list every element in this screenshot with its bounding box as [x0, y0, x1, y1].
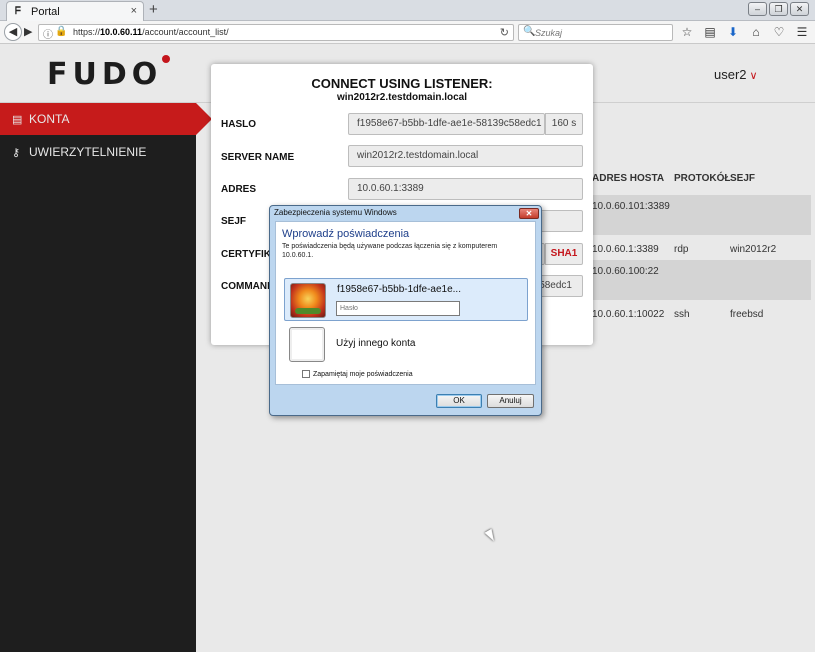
dialog-title: Zabezpieczenia systemu Windows: [274, 208, 397, 217]
sidebar-item-konta[interactable]: ▤ KONTA: [0, 103, 212, 135]
password-label: HASLO: [221, 119, 256, 130]
logo-dot: [162, 55, 170, 63]
remember-label: Zapamiętaj moje poświadczenia: [313, 370, 413, 378]
search-input[interactable]: [535, 26, 665, 39]
modal-title: CONNECT USING LISTENER:: [311, 76, 493, 91]
remember-checkbox[interactable]: [302, 370, 310, 378]
protocol-cell: rdp: [674, 244, 689, 255]
safe-cell: freebsd: [730, 309, 764, 320]
table-row[interactable]: 10.0.60.100:22: [589, 260, 811, 300]
credential-tile[interactable]: f1958e67-b5bb-1dfe-ae1e...: [284, 278, 528, 321]
other-account-label: Użyj innego konta: [336, 338, 416, 349]
pocket-icon[interactable]: ♡: [772, 24, 786, 40]
password-field[interactable]: f1958e67-b5bb-1dfe-ae1e-58139c58edc1: [348, 113, 545, 135]
dialog-heading: Wprowadź poświadczenia: [282, 228, 410, 240]
cancel-button[interactable]: Anuluj: [487, 394, 534, 408]
key-icon: ⚷: [12, 147, 21, 159]
browser-nav-bar: ◀ ▶ ⓘ 🔒 https://10.0.60.11/account/accou…: [0, 21, 815, 44]
command-value-tail: 58edc1: [539, 280, 572, 291]
dialog-body: Wprowadź poświadczenia Te poświadczenia …: [275, 221, 536, 385]
search-bar[interactable]: 🔍: [518, 24, 673, 41]
reload-icon[interactable]: ↻: [500, 26, 509, 39]
info-icon[interactable]: ⓘ: [43, 26, 53, 41]
reading-list-icon[interactable]: ▤: [703, 24, 717, 40]
restore-button[interactable]: ❐: [769, 2, 788, 16]
table-row[interactable]: 10.0.60.101:3389: [589, 195, 811, 235]
menu-icon[interactable]: ☰: [795, 24, 809, 40]
back-button[interactable]: ◀: [4, 23, 22, 41]
tab-close-icon[interactable]: ×: [131, 5, 137, 17]
url-bar[interactable]: ⓘ 🔒 https://10.0.60.11/account/account_l…: [38, 24, 514, 41]
sidebar: ▤ KONTA ⚷ UWIERZYTELNIENIE: [0, 103, 212, 652]
sidebar-item-label: UWIERZYTELNIENIE: [29, 145, 147, 159]
browser-tab-bar: ᖴ Portal × + – ❐ ✕: [0, 0, 815, 21]
tab-title: Portal: [31, 6, 60, 18]
certificate-sha1: SHA1: [545, 243, 583, 265]
search-icon: 🔍: [523, 26, 536, 37]
column-header-safe[interactable]: SEJF: [730, 173, 755, 195]
column-header-protocol[interactable]: PROTOKÓŁ: [674, 173, 730, 195]
host-cell: 10.0.60.100:22: [592, 266, 659, 277]
sidebar-item-label: KONTA: [29, 112, 70, 126]
command-label: COMMAND: [221, 281, 275, 292]
table-row[interactable]: 10.0.60.1:10022 ssh freebsd: [589, 301, 811, 341]
sidebar-item-uwierzytelnienie[interactable]: ⚷ UWIERZYTELNIENIE: [0, 136, 196, 168]
blank-avatar-icon: [289, 327, 325, 362]
user-name: user2: [714, 67, 747, 82]
chevron-down-icon: ∨: [749, 70, 758, 82]
browser-tab[interactable]: ᖴ Portal ×: [6, 1, 144, 21]
server-name-field[interactable]: win2012r2.testdomain.local: [348, 145, 583, 167]
lock-warning-icon[interactable]: 🔒: [55, 26, 67, 37]
other-account-tile[interactable]: Użyj innego konta: [284, 326, 528, 364]
server-name-label: SERVER NAME: [221, 152, 295, 163]
host-cell: 10.0.60.101:3389: [592, 201, 670, 212]
close-window-button[interactable]: ✕: [790, 2, 809, 16]
browser-toolbar: ☆ ▤ ⬇ ⌂ ♡ ☰: [680, 24, 809, 40]
host-cell: 10.0.60.1:10022: [592, 309, 665, 320]
host-cell: 10.0.60.1:3389: [592, 244, 659, 255]
address-field[interactable]: 10.0.60.1:3389: [348, 178, 583, 200]
user-avatar-icon: [290, 283, 326, 318]
url-text[interactable]: https://10.0.60.11/account/account_list/: [73, 27, 229, 37]
password-input[interactable]: [336, 301, 460, 316]
home-icon[interactable]: ⌂: [749, 24, 763, 40]
user-menu[interactable]: user2 ∨: [714, 67, 758, 82]
book-icon: ▤: [12, 114, 23, 126]
dialog-titlebar[interactable]: Zabezpieczenia systemu Windows ✕: [270, 206, 541, 220]
minimize-button[interactable]: –: [748, 2, 767, 16]
portal-favicon-icon: ᖴ: [15, 6, 21, 17]
password-ttl: 160 s: [545, 113, 583, 135]
close-icon[interactable]: ✕: [519, 208, 539, 219]
protocol-cell: ssh: [674, 309, 690, 320]
modal-subtitle: win2012r2.testdomain.local: [336, 92, 468, 103]
star-icon[interactable]: ☆: [680, 24, 694, 40]
download-icon[interactable]: ⬇: [726, 24, 740, 40]
credential-username: f1958e67-b5bb-1dfe-ae1e...: [337, 284, 461, 295]
forward-button[interactable]: ▶: [24, 25, 32, 38]
safe-cell: win2012r2: [730, 244, 777, 255]
dialog-description: Te poświadczenia będą używane podczas łą…: [282, 243, 498, 259]
windows-security-dialog: Zabezpieczenia systemu Windows ✕ Wprowad…: [269, 205, 542, 416]
new-tab-button[interactable]: +: [149, 2, 158, 18]
window-controls: – ❐ ✕: [748, 2, 809, 16]
safe-label: SEJF: [221, 216, 247, 227]
address-label: ADRES: [221, 184, 257, 195]
remember-credentials[interactable]: Zapamiętaj moje poświadczenia: [302, 370, 413, 378]
fudo-logo: FUDO: [47, 57, 163, 92]
column-header-host[interactable]: ADRES HOSTA: [592, 173, 664, 195]
ok-button[interactable]: OK: [436, 394, 482, 408]
